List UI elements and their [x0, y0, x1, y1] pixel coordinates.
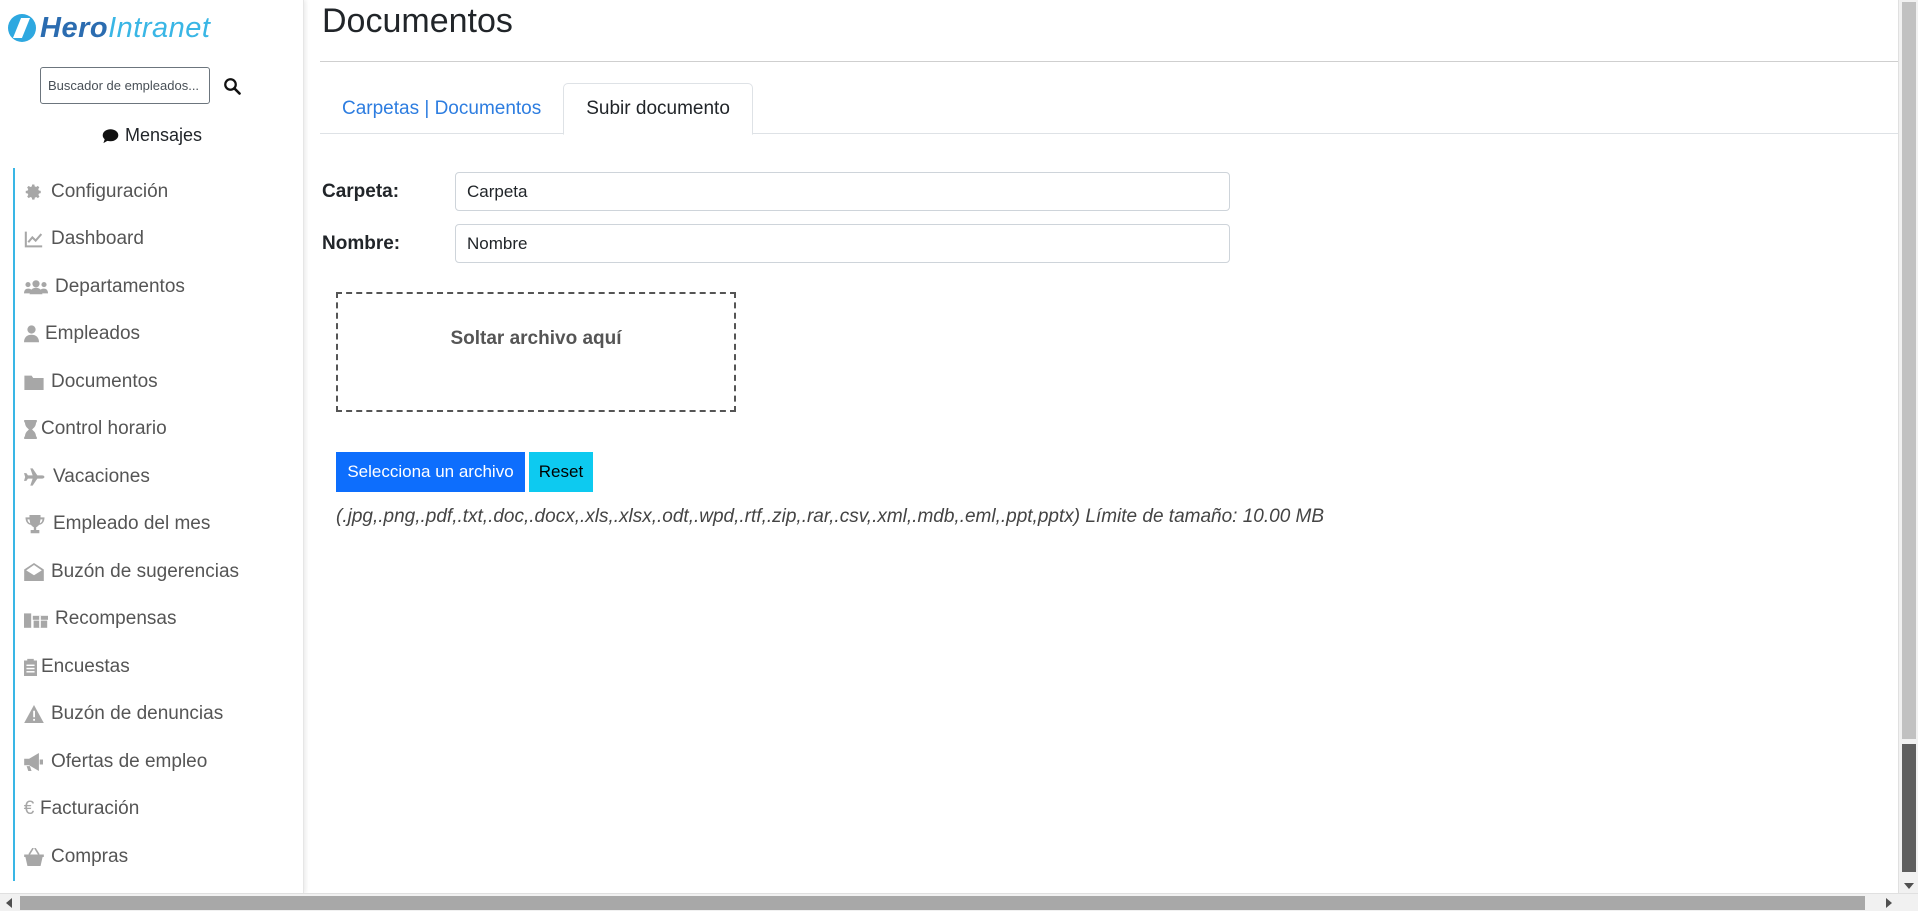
euro-icon: €	[23, 798, 35, 820]
gifts-icon	[23, 608, 49, 630]
sidebar-item-ofertas-empleo[interactable]: Ofertas de empleo	[13, 738, 303, 786]
sidebar-item-documentos[interactable]: Documentos	[13, 358, 303, 406]
sidebar-item-label: Encuestas	[41, 655, 130, 677]
nombre-row: Nombre:	[322, 224, 1230, 263]
main-content: Documentos Carpetas | Documentos Subir d…	[304, 0, 1898, 893]
sidebar-item-label: Departamentos	[55, 275, 185, 297]
carpeta-row: Carpeta:	[322, 172, 1230, 211]
search-icon	[224, 77, 241, 95]
file-buttons: Selecciona un archivo Reset	[336, 452, 593, 492]
sidebar-item-recompensas[interactable]: Recompensas	[13, 595, 303, 643]
users-icon	[23, 276, 49, 298]
horizontal-scrollbar[interactable]	[0, 893, 1918, 911]
user-icon	[23, 323, 39, 345]
reset-button[interactable]: Reset	[529, 452, 593, 492]
envelope-open-icon	[23, 561, 45, 583]
gear-icon	[23, 181, 45, 203]
sidebar-item-label: Empleado del mes	[53, 513, 211, 535]
brand-part2: Intranet	[108, 11, 211, 44]
nombre-field[interactable]	[455, 224, 1230, 263]
sidebar-nav: Configuración Dashboard Departamentos Em…	[13, 168, 303, 881]
file-dropzone[interactable]: Soltar archivo aquí	[336, 292, 736, 412]
sidebar-item-empleado-del-mes[interactable]: Empleado del mes	[13, 500, 303, 548]
sidebar-item-label: Ofertas de empleo	[51, 750, 208, 772]
warning-icon	[23, 703, 45, 725]
trophy-icon	[23, 513, 47, 535]
comment-icon	[102, 128, 119, 143]
sidebar-item-control-horario[interactable]: Control horario	[13, 405, 303, 453]
sidebar-item-departamentos[interactable]: Departamentos	[13, 263, 303, 311]
sidebar-item-empleados[interactable]: Empleados	[13, 310, 303, 358]
messages-label: Mensajes	[124, 125, 203, 145]
scroll-right-arrow-icon[interactable]	[1886, 898, 1892, 908]
employee-search	[40, 67, 250, 104]
vertical-scrollbar-track	[1902, 2, 1916, 739]
sidebar-item-facturacion[interactable]: € Facturación	[13, 785, 303, 833]
sidebar-item-label: Empleados	[45, 323, 141, 345]
messages-link[interactable]: Mensajes	[0, 125, 303, 146]
hourglass-icon	[23, 418, 37, 440]
basket-icon	[23, 846, 45, 868]
nombre-label: Nombre:	[322, 232, 401, 254]
chart-line-icon	[23, 228, 45, 250]
title-divider	[320, 61, 1898, 62]
logo[interactable]: HeroIntranet	[8, 10, 210, 46]
megaphone-icon	[23, 751, 45, 773]
sidebar-item-vacaciones[interactable]: Vacaciones	[13, 453, 303, 501]
allowed-formats-hint: (.jpg,.png,.pdf,.txt,.doc,.docx,.xls,.xl…	[336, 506, 1325, 527]
select-file-button[interactable]: Selecciona un archivo	[336, 452, 525, 492]
sidebar-item-label: Documentos	[51, 370, 158, 392]
sidebar-item-label: Dashboard	[51, 228, 144, 250]
sidebar-item-encuestas[interactable]: Encuestas	[13, 643, 303, 691]
sidebar-item-label: Control horario	[41, 418, 167, 440]
logo-mark-icon	[8, 14, 36, 42]
sidebar-item-configuracion[interactable]: Configuración	[13, 168, 303, 216]
sidebar-item-compras[interactable]: Compras	[13, 833, 303, 881]
search-button[interactable]	[214, 68, 250, 104]
folder-icon	[23, 371, 45, 393]
sidebar-item-label: Facturación	[40, 798, 140, 820]
carpeta-field[interactable]	[455, 172, 1230, 211]
vertical-scrollbar-thumb[interactable]	[1902, 744, 1916, 872]
scroll-down-arrow-icon[interactable]	[1904, 883, 1914, 889]
carpeta-label: Carpeta:	[322, 180, 400, 202]
page-title: Documentos	[322, 2, 513, 40]
sidebar-item-label: Recompensas	[55, 608, 177, 630]
sidebar-item-label: Buzón de sugerencias	[51, 560, 240, 582]
clipboard-list-icon	[23, 656, 37, 678]
sidebar-item-dashboard[interactable]: Dashboard	[13, 215, 303, 263]
horizontal-scrollbar-thumb[interactable]	[20, 896, 1865, 910]
plane-icon	[23, 466, 47, 488]
search-input[interactable]	[40, 67, 210, 104]
tab-carpetas-documentos[interactable]: Carpetas | Documentos	[320, 83, 563, 135]
scroll-left-arrow-icon[interactable]	[6, 898, 12, 908]
sidebar-item-label: Vacaciones	[53, 465, 150, 487]
sidebar: HeroIntranet Mensajes Configuración Dash…	[0, 0, 304, 893]
sidebar-item-buzon-sugerencias[interactable]: Buzón de sugerencias	[13, 548, 303, 596]
tab-subir-documento[interactable]: Subir documento	[563, 83, 753, 135]
tabs: Carpetas | Documentos Subir documento	[320, 83, 1898, 135]
sidebar-item-buzon-denuncias[interactable]: Buzón de denuncias	[13, 690, 303, 738]
sidebar-item-label: Configuración	[51, 180, 169, 202]
dropzone-label: Soltar archivo aquí	[450, 328, 622, 349]
sidebar-item-label: Compras	[51, 845, 129, 867]
sidebar-item-label: Buzón de denuncias	[51, 703, 224, 725]
brand-part1: Hero	[40, 11, 109, 44]
vertical-scrollbar[interactable]	[1898, 0, 1918, 893]
